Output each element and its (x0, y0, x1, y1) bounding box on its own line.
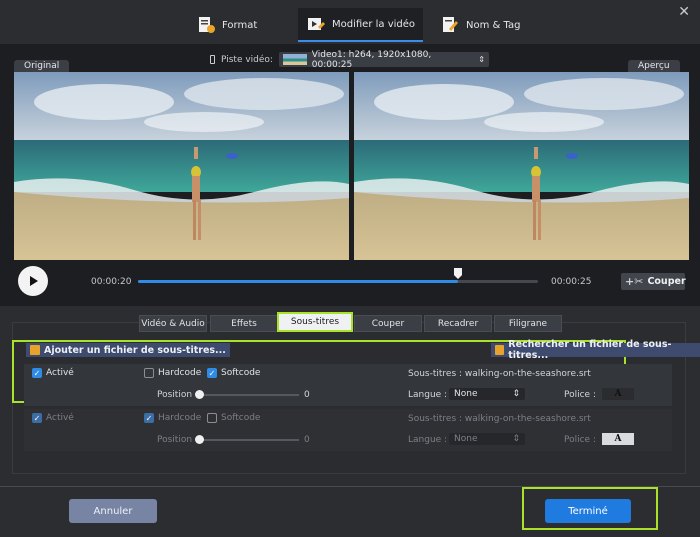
piste-value: Video1: h264, 1920x1080, 00:00:25 (311, 49, 432, 70)
position-slider[interactable] (199, 394, 299, 396)
video-thumbnail (282, 54, 307, 65)
position-slider[interactable] (199, 439, 299, 441)
termine-button[interactable]: Terminé (545, 499, 631, 523)
format-icon (199, 17, 215, 33)
checkbox-checked-icon: ✓ (144, 413, 154, 423)
font-picker-button[interactable]: A (602, 388, 634, 400)
tab-modifier-video[interactable]: Modifier la vidéo (298, 8, 424, 42)
subtab-filigrane[interactable]: Filigrane (494, 315, 562, 332)
annuler-button[interactable]: Annuler (69, 499, 157, 523)
active-label: Activé (46, 413, 74, 423)
hardcode-checkbox[interactable]: ✓ Hardcode (144, 413, 201, 423)
add-subtitle-file-label: Ajouter un fichier de sous-titres... (44, 344, 226, 356)
play-button[interactable] (18, 266, 48, 296)
piste-video-row: Piste vidéo: Video1: h264, 1920x1080, 00… (210, 49, 489, 70)
add-subtitle-file-button[interactable]: Ajouter un fichier de sous-titres... (26, 343, 230, 357)
checkbox-checked-icon: ✓ (207, 368, 217, 378)
apercu-label: Aperçu (628, 60, 680, 72)
select-arrows-icon: ⇕ (478, 55, 485, 64)
checkbox-unchecked-icon (144, 368, 154, 378)
position-label: Position : (157, 435, 198, 445)
play-icon (30, 276, 38, 286)
name-tag-icon (443, 17, 458, 32)
softcode-label: Softcode (221, 413, 261, 423)
position-value: 0 (304, 390, 310, 400)
font-picker-button[interactable]: A (602, 433, 634, 445)
scissors-icon: +✂ (625, 275, 644, 288)
add-file-icon (30, 345, 40, 355)
position-slider-knob[interactable] (195, 435, 204, 444)
langue-select[interactable]: None ⇕ (449, 388, 525, 400)
checkbox-checked-icon: ✓ (32, 413, 42, 423)
font-glyph: A (614, 434, 622, 444)
progress-track[interactable] (138, 280, 538, 283)
tab-nom-tag-label: Nom & Tag (466, 19, 521, 31)
total-time: 00:00:25 (551, 277, 592, 287)
active-checkbox[interactable]: ✓ Activé (32, 413, 74, 423)
hardcode-checkbox[interactable]: Hardcode (144, 368, 201, 378)
subtitle-file-text: Sous-titres : walking-on-the-seashore.sr… (408, 369, 591, 379)
hardcode-label: Hardcode (158, 368, 202, 378)
edit-video-icon (308, 18, 325, 30)
search-subtitle-file-button[interactable]: Rechercher un fichier de sous-titres... (491, 339, 700, 361)
checkbox-checked-icon: ✓ (32, 368, 42, 378)
select-arrows-icon: ⇕ (512, 389, 520, 399)
active-label: Activé (46, 368, 74, 378)
couper-button[interactable]: +✂ Couper (621, 273, 686, 290)
langue-value: None (454, 389, 478, 399)
softcode-checkbox[interactable]: ✓ Softcode (207, 368, 260, 378)
subtab-effets[interactable]: Effets (210, 315, 278, 332)
phone-icon (210, 55, 215, 64)
checkbox-unchecked-icon (207, 413, 217, 423)
piste-label: Piste vidéo: (221, 54, 273, 65)
search-file-icon (495, 345, 505, 355)
select-arrows-icon: ⇕ (512, 434, 520, 444)
tab-modifier-video-label: Modifier la vidéo (332, 18, 416, 30)
subtitle-row: ✓ Activé Hardcode ✓ Softcode Sous-titres… (24, 364, 672, 406)
font-glyph: A (614, 389, 622, 399)
police-label: Police : (564, 435, 596, 445)
subtab-video-audio[interactable]: Vidéo & Audio (139, 315, 207, 332)
active-checkbox[interactable]: ✓ Activé (32, 368, 74, 378)
position-slider-knob[interactable] (195, 390, 204, 399)
search-subtitle-file-label: Rechercher un fichier de sous-titres... (508, 339, 672, 361)
softcode-label: Softcode (221, 368, 261, 378)
langue-label: Langue : (408, 390, 448, 400)
preview-video-frame (354, 72, 689, 260)
tab-format-label: Format (222, 19, 258, 31)
couper-button-label: Couper (647, 276, 686, 287)
langue-label: Langue : (408, 435, 448, 445)
subtitle-row: ✓ Activé ✓ Hardcode Softcode Sous-titres… (24, 409, 672, 451)
police-label: Police : (564, 390, 596, 400)
subtab-sous-titres[interactable]: Sous-titres (277, 312, 353, 332)
tab-format[interactable]: Format (188, 8, 265, 42)
hardcode-label: Hardcode (158, 413, 202, 423)
progress-fill (138, 280, 458, 283)
subtitle-file-text: Sous-titres : walking-on-the-seashore.sr… (408, 414, 591, 424)
langue-value: None (454, 434, 478, 444)
beach-scene-image (14, 72, 349, 260)
tab-nom-tag[interactable]: Nom & Tag (432, 8, 528, 42)
close-icon[interactable]: ✕ (678, 4, 690, 20)
original-label: Original (14, 60, 70, 72)
subtab-couper[interactable]: Couper (354, 315, 422, 332)
current-time: 00:00:20 (91, 277, 132, 287)
position-label: Position : (157, 390, 198, 400)
original-video-frame (14, 72, 349, 260)
position-value: 0 (304, 435, 310, 445)
beach-scene-preview-image (354, 72, 689, 260)
subtab-recadrer[interactable]: Recadrer (424, 315, 492, 332)
langue-select[interactable]: None ⇕ (449, 433, 525, 445)
piste-video-select[interactable]: Video1: h264, 1920x1080, 00:00:25 ⇕ (278, 49, 489, 70)
softcode-checkbox[interactable]: Softcode (207, 413, 260, 423)
